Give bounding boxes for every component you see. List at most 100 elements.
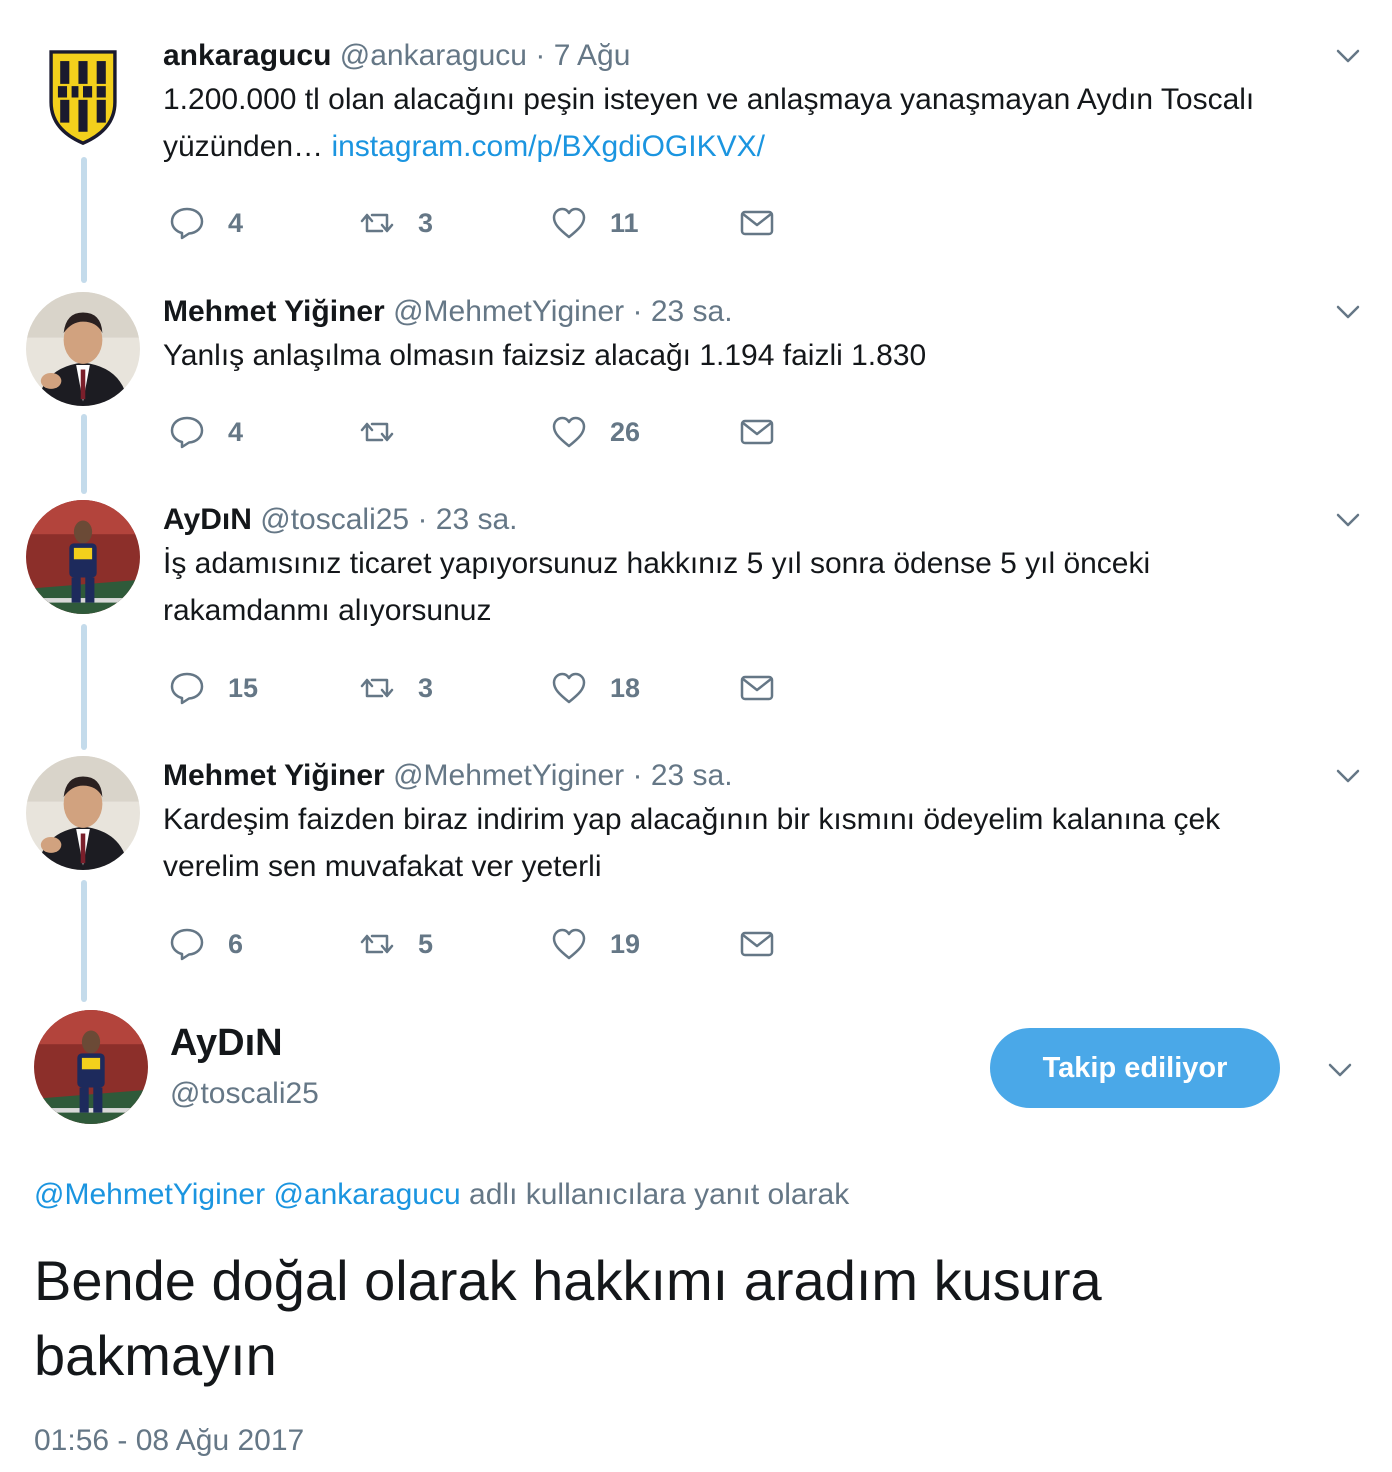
retweet-button[interactable]: 5 [358, 924, 433, 964]
reply-icon [170, 928, 204, 961]
tweet-text: Kardeşim faizden biraz indirim yap alaca… [163, 803, 1221, 883]
reply-icon [170, 672, 204, 705]
tweet-time[interactable]: 7 Ağu [554, 39, 631, 72]
like-icon [552, 416, 586, 448]
tweet-header: AyDıN @toscali25 · 23 sa. [163, 500, 518, 540]
retweet-icon [360, 213, 394, 233]
direct-message-icon [740, 210, 774, 236]
reply-count: 15 [228, 672, 259, 703]
tweet-text: İş adamısınız ticaret yapıyorsunuz hakkı… [163, 547, 1151, 627]
tweet-actions: 4 3 11 [168, 203, 808, 243]
author-name[interactable]: Mehmet Yiğiner [163, 295, 385, 328]
retweet-count: 3 [418, 672, 434, 703]
direct-message-button[interactable] [738, 668, 798, 708]
reply-context-label: adlı kullanıcılara yanıt olarak [469, 1178, 850, 1211]
author-handle[interactable]: @ankaragucu [340, 39, 527, 72]
reply-icon [170, 416, 204, 449]
tweet-time[interactable]: 23 sa. [651, 759, 733, 792]
thread-line [81, 414, 87, 494]
reply-button[interactable]: 15 [168, 668, 258, 708]
reply-button[interactable]: 6 [168, 924, 243, 964]
reply-count: 6 [228, 928, 244, 959]
separator: · [632, 295, 643, 328]
avatar-aydin[interactable] [26, 500, 140, 614]
tweet-text: Yanlış anlaşılma olmasın faizsiz alacağı… [163, 339, 927, 372]
like-icon [552, 672, 586, 704]
avatar-mehmet-yiginer[interactable] [26, 756, 140, 870]
tweet-text: 1.200.000 tl olan alacağını peşin isteye… [163, 76, 1293, 170]
reply-icon [170, 207, 204, 240]
tweet-time[interactable]: 23 sa. [651, 295, 733, 328]
chevron-down-icon[interactable] [1332, 40, 1364, 72]
like-count: 26 [610, 416, 641, 447]
avatar-aydin-main[interactable] [34, 1010, 148, 1124]
author-name[interactable]: AyDıN [163, 503, 252, 536]
like-button[interactable]: 19 [550, 924, 640, 964]
like-button[interactable]: 18 [550, 668, 640, 708]
tweet-actions: 6 5 19 [168, 924, 808, 964]
avatar-ankaragucu[interactable] [26, 36, 140, 150]
retweet-button[interactable]: 3 [358, 203, 433, 243]
thread-line [81, 880, 87, 1002]
author-handle[interactable]: @MehmetYiginer [393, 295, 624, 328]
like-count: 18 [610, 672, 641, 703]
like-button[interactable]: 26 [550, 412, 640, 452]
direct-message-button[interactable] [738, 924, 798, 964]
reply-button[interactable]: 4 [168, 203, 243, 243]
mention-link[interactable]: @ankaragucu [273, 1178, 460, 1211]
tweet-header: Mehmet Yiğiner @MehmetYiginer · 23 sa. [163, 292, 733, 332]
separator: · [632, 759, 643, 792]
main-tweet-text: Bende doğal olarak hakkımı aradım kusura… [34, 1249, 1102, 1387]
following-button[interactable]: Takip ediliyor [990, 1028, 1280, 1108]
like-icon [552, 207, 586, 239]
tweet-header: Mehmet Yiğiner @MehmetYiginer · 23 sa. [163, 756, 733, 796]
person-photo-icon [26, 756, 140, 870]
direct-message-icon [740, 675, 774, 701]
reply-context: @MehmetYiginer @ankaragucu adlı kullanıc… [34, 1175, 849, 1215]
retweet-icon [360, 934, 394, 954]
direct-message-icon [740, 419, 774, 445]
reply-count: 4 [228, 207, 244, 238]
author-name[interactable]: ankaragucu [163, 39, 331, 72]
main-author-name[interactable]: AyDıN [170, 1020, 283, 1066]
ankaragucu-logo-icon [26, 36, 140, 150]
separator: · [417, 503, 428, 536]
instagram-link[interactable]: instagram.com/p/BXgdiOGIKVX/ [331, 130, 765, 163]
person-photo-icon [26, 292, 140, 406]
retweet-count: 5 [418, 928, 434, 959]
reply-button[interactable]: 4 [168, 412, 243, 452]
retweet-count: 3 [418, 207, 434, 238]
mention-link[interactable]: @MehmetYiginer [34, 1178, 265, 1211]
person-photo-icon [34, 1010, 148, 1124]
tweet-time[interactable]: 23 sa. [436, 503, 518, 536]
like-count: 19 [610, 928, 641, 959]
chevron-down-icon[interactable] [1332, 760, 1364, 792]
main-tweet-timestamp[interactable]: 01:56 - 08 Ağu 2017 [34, 1421, 304, 1461]
like-count: 11 [610, 207, 639, 238]
retweet-icon [360, 422, 394, 442]
direct-message-button[interactable] [738, 412, 798, 452]
like-icon [552, 928, 586, 960]
separator: · [535, 39, 546, 72]
chevron-down-icon[interactable] [1332, 504, 1364, 536]
like-button[interactable]: 11 [550, 203, 639, 243]
thread-line [81, 157, 87, 283]
chevron-down-icon[interactable] [1332, 296, 1364, 328]
direct-message-icon [740, 931, 774, 957]
direct-message-button[interactable] [738, 203, 798, 243]
person-photo-icon [26, 500, 140, 614]
author-handle[interactable]: @MehmetYiginer [393, 759, 624, 792]
main-author-handle[interactable]: @toscali25 [170, 1074, 319, 1114]
tweet-actions: 15 3 18 [168, 668, 808, 708]
author-handle[interactable]: @toscali25 [260, 503, 409, 536]
retweet-button[interactable] [358, 412, 418, 452]
author-name[interactable]: Mehmet Yiğiner [163, 759, 385, 792]
reply-count: 4 [228, 416, 244, 447]
tweet-actions: 4 26 [168, 412, 808, 452]
chevron-down-icon[interactable] [1324, 1054, 1356, 1086]
retweet-button[interactable]: 3 [358, 668, 433, 708]
tweet-header: ankaragucu @ankaragucu · 7 Ağu [163, 36, 630, 76]
thread-line [81, 624, 87, 750]
avatar-mehmet-yiginer[interactable] [26, 292, 140, 406]
retweet-icon [360, 678, 394, 698]
